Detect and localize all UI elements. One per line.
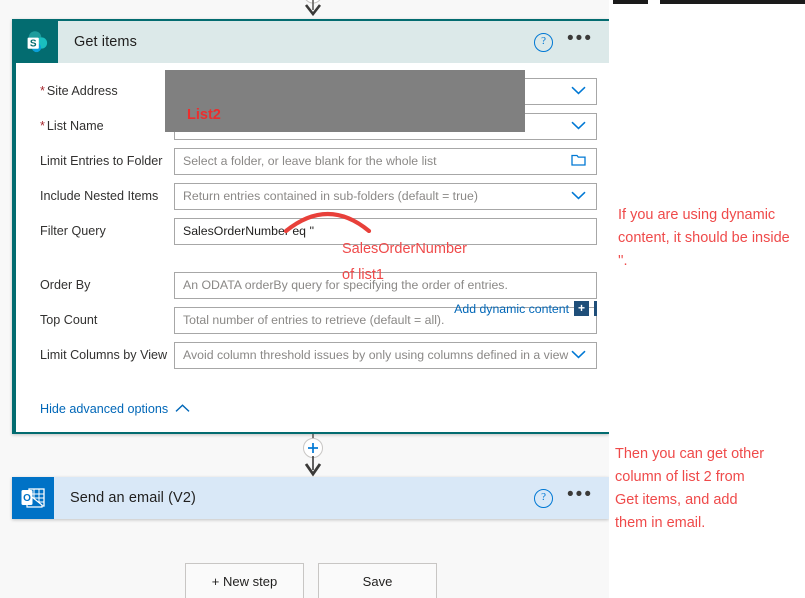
- get-items-card-header[interactable]: S Get items ? •••: [16, 21, 609, 63]
- sharepoint-icon: S: [16, 21, 58, 63]
- new-step-button[interactable]: + New step: [185, 563, 304, 598]
- include-nested-items-placeholder: Return entries contained in sub-folders …: [183, 189, 478, 203]
- required-asterisk: *: [40, 119, 45, 133]
- svg-text:O: O: [23, 493, 31, 504]
- include-nested-items-field[interactable]: Return entries contained in sub-folders …: [174, 182, 597, 210]
- field-label-top-count: Top Count: [40, 313, 98, 327]
- incoming-connector-arrow: [304, 0, 322, 17]
- save-button[interactable]: Save: [318, 563, 437, 598]
- field-label-include-nested-items: Include Nested Items: [40, 189, 159, 203]
- field-label-limit-columns-by-view: Limit Columns by View: [40, 348, 168, 362]
- get-items-title: Get items: [74, 34, 137, 50]
- outlook-icon: O: [12, 477, 54, 519]
- add-step-connector[interactable]: [299, 434, 327, 479]
- annotation-then-note: Then you can get other column of list 2 …: [615, 446, 765, 531]
- limit-columns-by-view-field[interactable]: Avoid column threshold issues by only us…: [174, 341, 597, 369]
- chevron-down-icon[interactable]: [571, 189, 590, 203]
- get-items-header-actions: ? •••: [534, 29, 609, 52]
- redaction-label-list2: List2: [187, 107, 221, 123]
- top-black-strip-left: [613, 0, 648, 4]
- flow-canvas: S Get items ? ••• * Site Address * List …: [0, 0, 609, 598]
- chevron-down-icon[interactable]: [571, 84, 590, 98]
- hide-advanced-options-label: Hide advanced options: [40, 402, 169, 416]
- limit-entries-to-folder-placeholder: Select a folder, or leave blank for the …: [183, 154, 437, 168]
- help-icon[interactable]: ?: [534, 32, 554, 52]
- send-email-header-actions: ? •••: [534, 485, 609, 508]
- form-row-order-by: Order By An ODATA orderBy query for spec…: [26, 271, 597, 299]
- required-asterisk: *: [40, 84, 45, 98]
- svg-text:S: S: [30, 38, 37, 49]
- more-options-icon[interactable]: •••: [567, 485, 593, 505]
- add-dynamic-content-link[interactable]: Add dynamic content: [454, 302, 569, 316]
- limit-entries-to-folder-field[interactable]: Select a folder, or leave blank for the …: [174, 147, 597, 175]
- bottom-button-row: + New step Save: [185, 563, 437, 598]
- limit-columns-by-view-placeholder: Avoid column threshold issues by only us…: [183, 348, 569, 362]
- send-email-card[interactable]: O Send an email (V2) ? •••: [12, 477, 609, 519]
- annotation-salesordernumber: SalesOrderNumber of list1: [342, 241, 467, 283]
- add-dynamic-content-bar: [594, 301, 597, 316]
- hide-advanced-options-link[interactable]: Hide advanced options: [40, 402, 190, 416]
- form-row-limit-entries-to-folder: Limit Entries to Folder Select a folder,…: [26, 147, 597, 175]
- chevron-down-icon[interactable]: [571, 348, 590, 362]
- field-label-filter-query: Filter Query: [40, 224, 106, 238]
- form-row-limit-columns-by-view: Limit Columns by View Avoid column thres…: [26, 341, 597, 369]
- field-label-site-address: * Site Address: [40, 84, 118, 98]
- annotation-arc: [283, 211, 372, 233]
- more-options-icon[interactable]: •••: [567, 29, 593, 49]
- field-label-order-by: Order By: [40, 278, 91, 292]
- annotation-dynamic-content-note: If you are using dynamic content, it sho…: [618, 207, 790, 269]
- folder-picker-icon[interactable]: [571, 153, 590, 169]
- add-dynamic-content-plus-icon[interactable]: +: [574, 301, 589, 316]
- redaction-overlay: List2: [165, 70, 525, 132]
- send-email-card-header[interactable]: O Send an email (V2) ? •••: [12, 477, 609, 519]
- field-label-limit-entries-to-folder: Limit Entries to Folder: [40, 154, 163, 168]
- top-black-strip-right: [660, 0, 805, 4]
- send-email-title: Send an email (V2): [70, 490, 196, 506]
- chevron-down-icon[interactable]: [571, 119, 590, 133]
- add-dynamic-content-row[interactable]: Add dynamic content +: [454, 301, 597, 316]
- chevron-up-icon[interactable]: [175, 402, 190, 416]
- field-label-list-name: * List Name: [40, 119, 104, 133]
- help-icon[interactable]: ?: [534, 488, 554, 508]
